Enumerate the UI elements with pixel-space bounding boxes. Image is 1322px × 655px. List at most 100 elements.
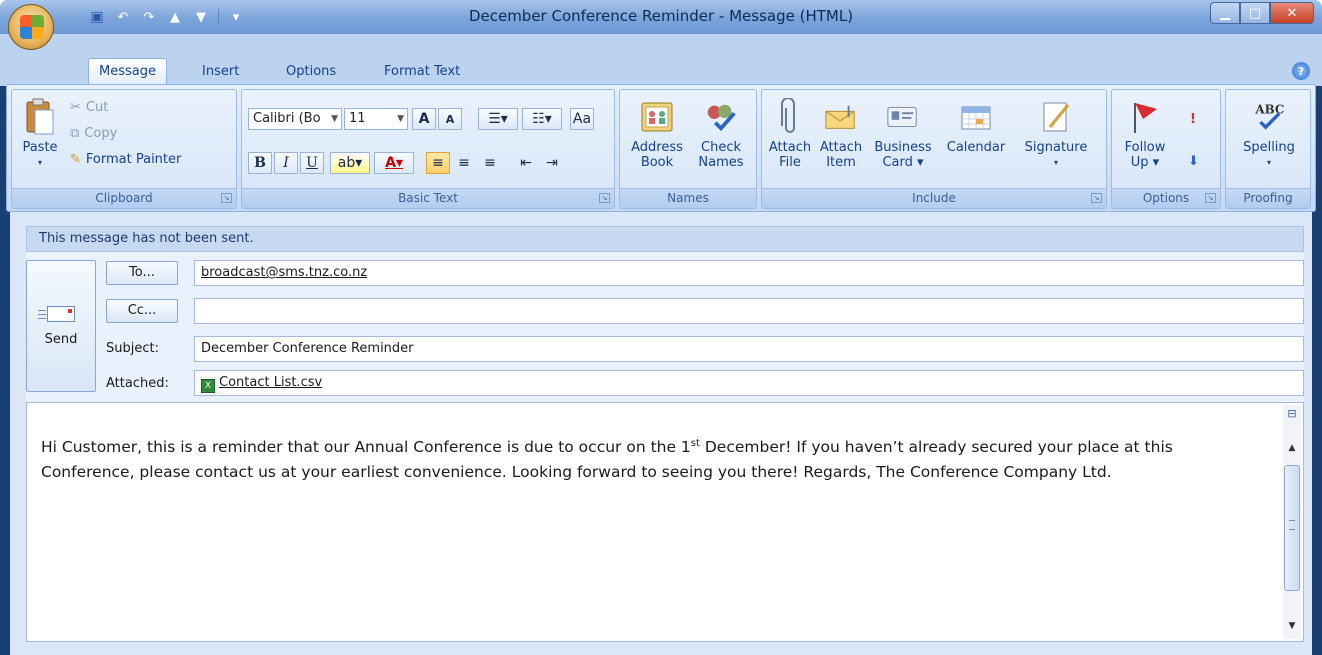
font-name-combo[interactable]: Calibri (Bo ▼: [248, 108, 342, 130]
chevron-down-icon: ▼: [331, 114, 338, 124]
font-color-icon[interactable]: A▾: [374, 152, 414, 174]
include-launcher-icon[interactable]: ↘: [1091, 193, 1102, 203]
copy-button[interactable]: ⧉ Copy: [70, 126, 117, 141]
scroll-up-icon[interactable]: ▲: [1285, 443, 1299, 455]
tab-insert[interactable]: Insert: [192, 58, 249, 84]
spelling-label: Spelling: [1243, 140, 1295, 155]
styles-icon[interactable]: Aa: [570, 108, 594, 130]
spelling-dropdown-icon[interactable]: ▾: [1267, 155, 1271, 170]
font-name-value: Calibri (Bo: [253, 111, 321, 126]
low-importance-icon[interactable]: ⬇: [1188, 154, 1199, 169]
align-right-icon[interactable]: ≡: [478, 152, 502, 174]
format-painter-label: Format Painter: [85, 152, 182, 167]
tab-options[interactable]: Options: [276, 58, 346, 84]
underline-button[interactable]: U: [300, 152, 324, 174]
cut-button[interactable]: ✂ Cut: [70, 100, 108, 115]
names-group-label: Names: [620, 188, 756, 208]
business-card-button[interactable]: Business Card ▾: [870, 98, 936, 170]
to-button[interactable]: To...: [106, 261, 178, 285]
increase-indent-icon[interactable]: ⇥: [540, 152, 564, 174]
excel-csv-icon: X: [201, 379, 215, 393]
check-names-button[interactable]: Check Names: [690, 98, 752, 170]
office-button[interactable]: [8, 4, 54, 50]
scroll-thumb[interactable]: [1284, 465, 1300, 591]
bold-button[interactable]: B: [248, 152, 272, 174]
calendar-icon: [959, 98, 993, 136]
tab-format-text[interactable]: Format Text: [374, 58, 470, 84]
align-center-icon[interactable]: ≡: [452, 152, 476, 174]
clipboard-launcher-icon[interactable]: ↘: [221, 193, 232, 203]
cc-field[interactable]: [194, 298, 1304, 324]
attach-item-label-2: Item: [826, 155, 856, 170]
business-card-label: Business: [874, 140, 932, 155]
address-book-label-2: Book: [640, 155, 674, 170]
attach-item-label: Attach: [819, 140, 863, 155]
minimize-button[interactable]: ▁: [1210, 2, 1240, 24]
close-button[interactable]: ✕: [1270, 2, 1314, 24]
address-book-button[interactable]: Address Book: [626, 98, 688, 170]
follow-up-button[interactable]: Follow Up ▾: [1118, 98, 1172, 170]
clipboard-group-label: Clipboard: [12, 188, 236, 208]
calendar-label: Calendar: [946, 140, 1006, 155]
spelling-button[interactable]: ABC Spelling ▾: [1230, 98, 1308, 170]
clipboard-group: Paste ▾ ✂ Cut ⧉ Copy ✎ Format Painter Clipb…: [11, 89, 237, 209]
window-title: December Conference Reminder - Message (…: [468, 7, 854, 25]
body-text-part1: Hi Customer, this is a reminder that our…: [41, 438, 691, 457]
include-group: Attach File Attach Item Business Card ▾: [761, 89, 1107, 209]
align-left-icon[interactable]: ≡: [426, 152, 450, 174]
basic-text-launcher-icon[interactable]: ↘: [599, 193, 610, 203]
scroll-down-icon[interactable]: ▼: [1285, 621, 1299, 633]
check-names-icon: [704, 98, 738, 136]
numbering-icon[interactable]: ☷▾: [522, 108, 562, 130]
font-size-value: 11: [349, 111, 366, 126]
attached-label: Attached:: [106, 376, 169, 391]
paste-label: Paste: [22, 140, 58, 155]
outlook-message-window: ▣ ↶ ↷ ▲ ▼ ▾ December Conference Reminder…: [0, 0, 1322, 655]
address-book-label: Address: [631, 140, 683, 155]
signature-label: Signature: [1024, 140, 1088, 155]
message-body-text[interactable]: Hi Customer, this is a reminder that our…: [41, 431, 1271, 485]
body-scrollbar[interactable]: ⊟ ▲ ▼: [1283, 405, 1301, 639]
subject-label: Subject:: [106, 341, 159, 356]
grip-icon: [1289, 520, 1295, 530]
ruler-toggle-icon[interactable]: ⊟: [1285, 407, 1299, 425]
calendar-button[interactable]: Calendar: [940, 98, 1012, 155]
paintbrush-icon: ✎: [70, 152, 81, 167]
subject-field[interactable]: December Conference Reminder: [194, 336, 1304, 362]
basic-text-group: Calibri (Bo ▼ 11 ▼ A A ☰▾ ☷▾ Aa B I U ab▾ …: [241, 89, 615, 209]
message-body[interactable]: Hi Customer, this is a reminder that our…: [26, 402, 1304, 642]
scissors-icon: ✂: [70, 100, 81, 115]
paste-button[interactable]: Paste ▾: [16, 98, 64, 170]
attach-file-button[interactable]: Attach File: [766, 98, 814, 170]
address-book-icon: [640, 98, 674, 136]
highlight-icon[interactable]: ab▾: [330, 152, 370, 174]
cut-label: Cut: [85, 100, 109, 115]
paste-dropdown-icon[interactable]: ▾: [38, 155, 42, 170]
signature-button[interactable]: Signature ▾: [1016, 98, 1096, 170]
decrease-indent-icon[interactable]: ⇤: [514, 152, 538, 174]
to-field[interactable]: broadcast@sms.tnz.co.nz: [194, 260, 1304, 286]
italic-button[interactable]: I: [274, 152, 298, 174]
grow-font-icon[interactable]: A: [412, 108, 436, 130]
attach-item-button[interactable]: Attach Item: [816, 98, 866, 170]
signature-dropdown-icon[interactable]: ▾: [1054, 155, 1058, 170]
format-painter-button[interactable]: ✎ Format Painter: [70, 152, 181, 167]
options-launcher-icon[interactable]: ↘: [1205, 193, 1216, 203]
title-bar: ▣ ↶ ↷ ▲ ▼ ▾ December Conference Reminder…: [0, 0, 1322, 34]
signature-icon: [1039, 98, 1073, 136]
window-controls: ▁ □ ✕: [1210, 2, 1314, 24]
tab-message[interactable]: Message: [88, 58, 167, 84]
maximize-button[interactable]: □: [1240, 2, 1270, 24]
to-recipient[interactable]: broadcast@sms.tnz.co.nz: [201, 265, 367, 280]
help-icon[interactable]: ?: [1292, 62, 1310, 80]
attachment-link[interactable]: Contact List.csv: [219, 375, 322, 390]
attach-file-label: Attach: [768, 140, 812, 155]
bullets-icon[interactable]: ☰▾: [478, 108, 518, 130]
office-logo-icon: [20, 15, 44, 39]
cc-button[interactable]: Cc...: [106, 299, 178, 323]
shrink-font-icon[interactable]: A: [438, 108, 462, 130]
copy-icon: ⧉: [70, 126, 80, 141]
font-size-combo[interactable]: 11 ▼: [344, 108, 408, 130]
high-importance-icon[interactable]: !: [1190, 112, 1196, 127]
send-button[interactable]: Send: [26, 260, 96, 392]
